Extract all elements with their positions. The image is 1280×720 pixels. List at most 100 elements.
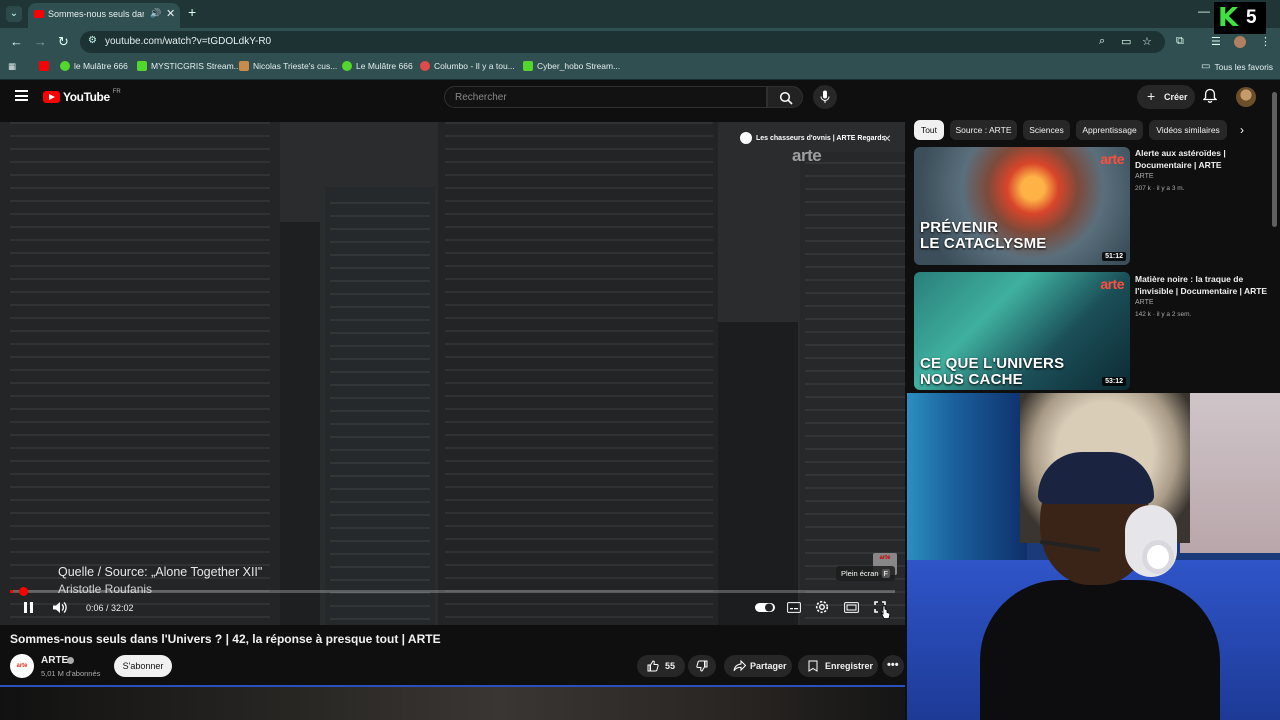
time-display: 0:06 / 32:02: [86, 603, 134, 613]
more-actions-button[interactable]: •••: [882, 655, 904, 677]
bookmark-label: Columbo - Il y a tou...: [434, 61, 515, 71]
chevron-right-icon[interactable]: ›: [1240, 123, 1244, 137]
create-button[interactable]: + Créer: [1137, 85, 1195, 109]
dislike-button[interactable]: [688, 655, 716, 677]
progress-scrubber[interactable]: [18, 587, 28, 596]
thumbnail-caption: PRÉVENIR LE CATACLYSME: [920, 219, 1047, 252]
hamburger-menu-icon[interactable]: [15, 90, 28, 101]
account-avatar[interactable]: [1236, 87, 1256, 107]
like-button[interactable]: 55: [637, 655, 685, 677]
chip-related-videos[interactable]: Vidéos similaires: [1149, 120, 1227, 140]
duration-badge: 51:12: [1102, 252, 1126, 261]
profile-avatar[interactable]: [1234, 36, 1246, 48]
bookmark-star-icon[interactable]: ☆: [1142, 35, 1152, 48]
pause-icon[interactable]: [23, 602, 34, 613]
subscribe-button[interactable]: S'abonner: [114, 655, 172, 677]
building-small: [718, 322, 798, 625]
logo-country: FR: [112, 89, 121, 95]
microphone-icon: [820, 90, 830, 103]
recommendation-meta: 207 k · il y a 3 m.: [1135, 185, 1185, 192]
bookmark-label: le Mulâtre 666: [74, 61, 128, 71]
webcam-person: [980, 580, 1220, 720]
bookmark-item[interactable]: Le Mulâtre 666: [342, 61, 413, 71]
minimize-window-button[interactable]: —: [1198, 4, 1210, 18]
channel-name[interactable]: ARTE: [41, 655, 68, 666]
recommendation-channel[interactable]: ARTE: [1135, 173, 1154, 180]
bookmark-item[interactable]: MYSTICGRIS Stream...: [137, 61, 241, 71]
recommendation-thumbnail[interactable]: arte CE QUE L'UNIVERS NOUS CACHE 53:12: [914, 272, 1130, 390]
apps-grid-icon[interactable]: ▦: [8, 61, 16, 72]
reading-list-icon[interactable]: ☰: [1211, 35, 1221, 48]
youtube-icon: [39, 61, 49, 71]
user-icon: [239, 61, 249, 71]
new-tab-button[interactable]: +: [188, 4, 196, 20]
settings-gear-icon[interactable]: [815, 600, 829, 614]
forward-icon[interactable]: →: [34, 34, 47, 49]
thumbnail-caption: CE QUE L'UNIVERS NOUS CACHE: [920, 355, 1065, 388]
recommendation-title[interactable]: Alerte aux astéroïdes | Documentaire | A…: [1135, 147, 1270, 171]
youtube-favicon-icon: [34, 10, 44, 18]
headset-earcup: [1142, 540, 1174, 574]
building-windows: [330, 202, 430, 622]
channel-avatar[interactable]: arte: [10, 654, 34, 678]
close-tab-icon[interactable]: ✕: [166, 7, 175, 20]
all-bookmarks-folder[interactable]: ▭ Tous les favoris: [1201, 61, 1273, 72]
address-bar[interactable]: ⚙ youtube.com/watch?v=tGDOLdkY-R0: [80, 31, 1165, 53]
extensions-icon[interactable]: ⧉: [1176, 35, 1184, 48]
create-label: Créer: [1164, 92, 1188, 102]
tab-title: Sommes-nous seuls dans l'Univers: [48, 9, 144, 19]
mouse-cursor-icon: [880, 605, 891, 619]
voice-search-button[interactable]: [813, 85, 837, 109]
speaker-icon[interactable]: 🔊: [150, 8, 161, 19]
bookmark-item[interactable]: Cyber_hobo Stream...: [523, 61, 620, 71]
search-button[interactable]: [767, 86, 803, 108]
save-button[interactable]: Enregistrer: [798, 655, 878, 677]
reload-icon[interactable]: ↻: [58, 34, 69, 50]
menu-kebab-icon[interactable]: ⋮: [1260, 35, 1271, 48]
page-scrollbar[interactable]: [1272, 92, 1277, 227]
save-label: Enregistrer: [825, 661, 874, 671]
recommendation-channel[interactable]: ARTE: [1135, 299, 1154, 306]
recommendation-title[interactable]: Matière noire : la traque de l'invisible…: [1135, 273, 1270, 297]
overlay-close-icon[interactable]: ✕: [883, 134, 891, 145]
chip-source-arte[interactable]: Source : ARTE: [950, 120, 1017, 140]
recommendation-thumbnail[interactable]: arte PRÉVENIR LE CATACLYSME 51:12: [914, 147, 1130, 265]
share-arrow-icon: [733, 660, 746, 672]
arte-logo: arte: [1100, 276, 1124, 292]
all-bookmarks-label: Tous les favoris: [1214, 61, 1274, 72]
play-icon: [60, 61, 70, 71]
browser-tab[interactable]: Sommes-nous seuls dans l'Univers 🔊 ✕: [28, 3, 180, 28]
source-caption-line1: Quelle / Source: „Alone Together XII": [58, 565, 263, 579]
theater-mode-icon[interactable]: [844, 602, 859, 613]
chip-sciences[interactable]: Sciences: [1023, 120, 1070, 140]
back-icon[interactable]: ←: [10, 34, 23, 49]
youtube-logo[interactable]: YouTube FR: [43, 89, 121, 104]
bookmark-item[interactable]: le Mulâtre 666: [60, 61, 128, 71]
browser-toolbar: ← → ↻ ⚙ youtube.com/watch?v=tGDOLdkY-R0 …: [0, 28, 1280, 56]
cast-icon[interactable]: ▭: [1121, 35, 1131, 48]
share-button[interactable]: Partager: [724, 655, 792, 677]
bookmark-item[interactable]: Columbo - Il y a tou...: [420, 61, 515, 71]
progress-bar[interactable]: [10, 587, 895, 596]
chip-all[interactable]: Tout: [914, 120, 944, 140]
player-overlay-title[interactable]: Les chasseurs d'ovnis | ARTE Regards: [740, 132, 885, 144]
logo-letter: K: [1218, 3, 1239, 33]
zoom-icon[interactable]: ⌕: [1099, 35, 1105, 48]
bookmark-item[interactable]: Nicolas Trieste's cus...: [239, 61, 337, 71]
autoplay-toggle-icon[interactable]: [755, 602, 775, 613]
site-info-icon[interactable]: ⚙: [88, 35, 97, 46]
video-player[interactable]: [0, 122, 905, 625]
kick-icon: [523, 61, 533, 71]
subtitles-icon[interactable]: [787, 602, 801, 613]
browser-tab-strip: ⌄ Sommes-nous seuls dans l'Univers 🔊 ✕ +…: [0, 0, 1280, 28]
search-input[interactable]: Rechercher: [444, 86, 767, 108]
bookmark-youtube[interactable]: [39, 61, 49, 71]
url-text: youtube.com/watch?v=tGDOLdkY-R0: [105, 36, 272, 47]
tooltip-key: F: [881, 569, 891, 578]
volume-icon[interactable]: [52, 601, 68, 614]
tab-search-icon[interactable]: ⌄: [6, 6, 22, 22]
building-gap: [280, 222, 320, 625]
chip-learning[interactable]: Apprentissage: [1076, 120, 1143, 140]
notifications-bell-icon[interactable]: [1203, 88, 1217, 104]
search-placeholder: Rechercher: [455, 92, 507, 103]
